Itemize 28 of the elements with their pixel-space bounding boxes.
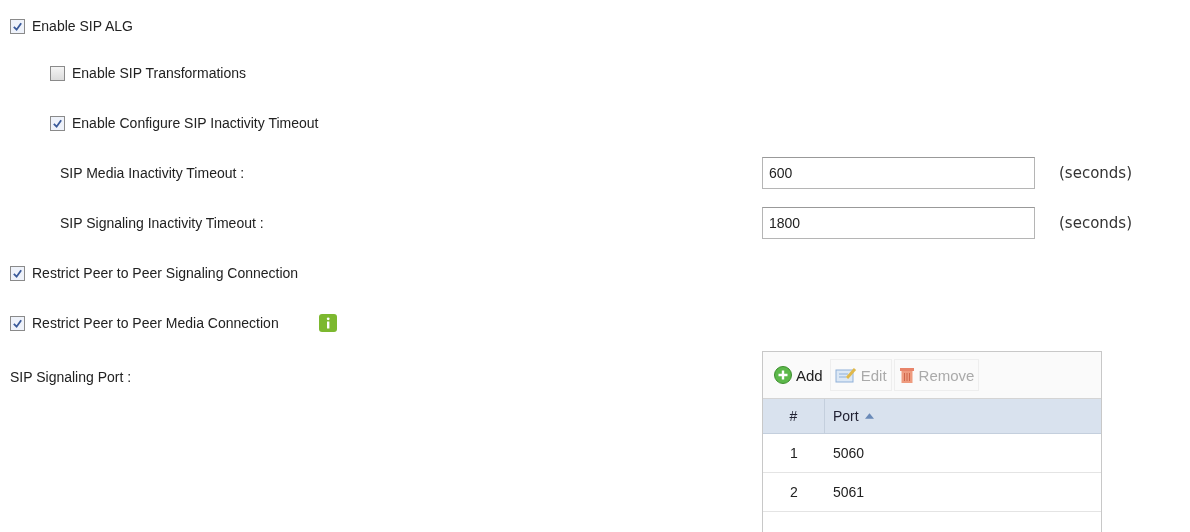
add-button[interactable]: Add — [769, 359, 828, 391]
checkbox[interactable] — [50, 115, 65, 131]
checkbox[interactable] — [10, 18, 25, 34]
field-label: SIP Signaling Inactivity Timeout : — [59, 215, 265, 231]
checkbox-label: Restrict Peer to Peer Media Connection — [32, 315, 279, 331]
table-cell-text: 5060 — [832, 444, 866, 463]
unit-label: (seconds) — [1059, 214, 1132, 232]
table-cell-text: 1 — [789, 444, 799, 463]
checkbox-label: Restrict Peer to Peer Signaling Connection — [32, 265, 299, 281]
checkbox-label: Enable SIP Transformations — [72, 65, 247, 81]
field-label: SIP Signaling Port : — [9, 368, 133, 387]
checkbox[interactable] — [10, 265, 25, 281]
checkbox-label: Enable Configure SIP Inactivity Timeout — [72, 115, 319, 131]
checkbox-label: Enable SIP ALG — [32, 18, 133, 34]
table-cell-text: 2 — [789, 483, 799, 502]
column-header[interactable]: Port — [825, 399, 1101, 433]
column-header[interactable]: # — [763, 399, 825, 433]
field-label: SIP Media Inactivity Timeout : — [59, 165, 246, 181]
trash-icon — [898, 366, 915, 384]
table-cell-text: 5061 — [832, 483, 866, 502]
pencil-icon — [834, 366, 857, 384]
sort-ascending-icon — [864, 413, 874, 419]
unit-label: (seconds) — [1059, 164, 1132, 182]
checkbox[interactable] — [10, 315, 25, 331]
input-field[interactable]: 600 — [762, 157, 1035, 189]
checkbox[interactable] — [50, 65, 65, 81]
plus-icon — [774, 366, 792, 384]
input-field[interactable]: 1800 — [762, 207, 1035, 239]
